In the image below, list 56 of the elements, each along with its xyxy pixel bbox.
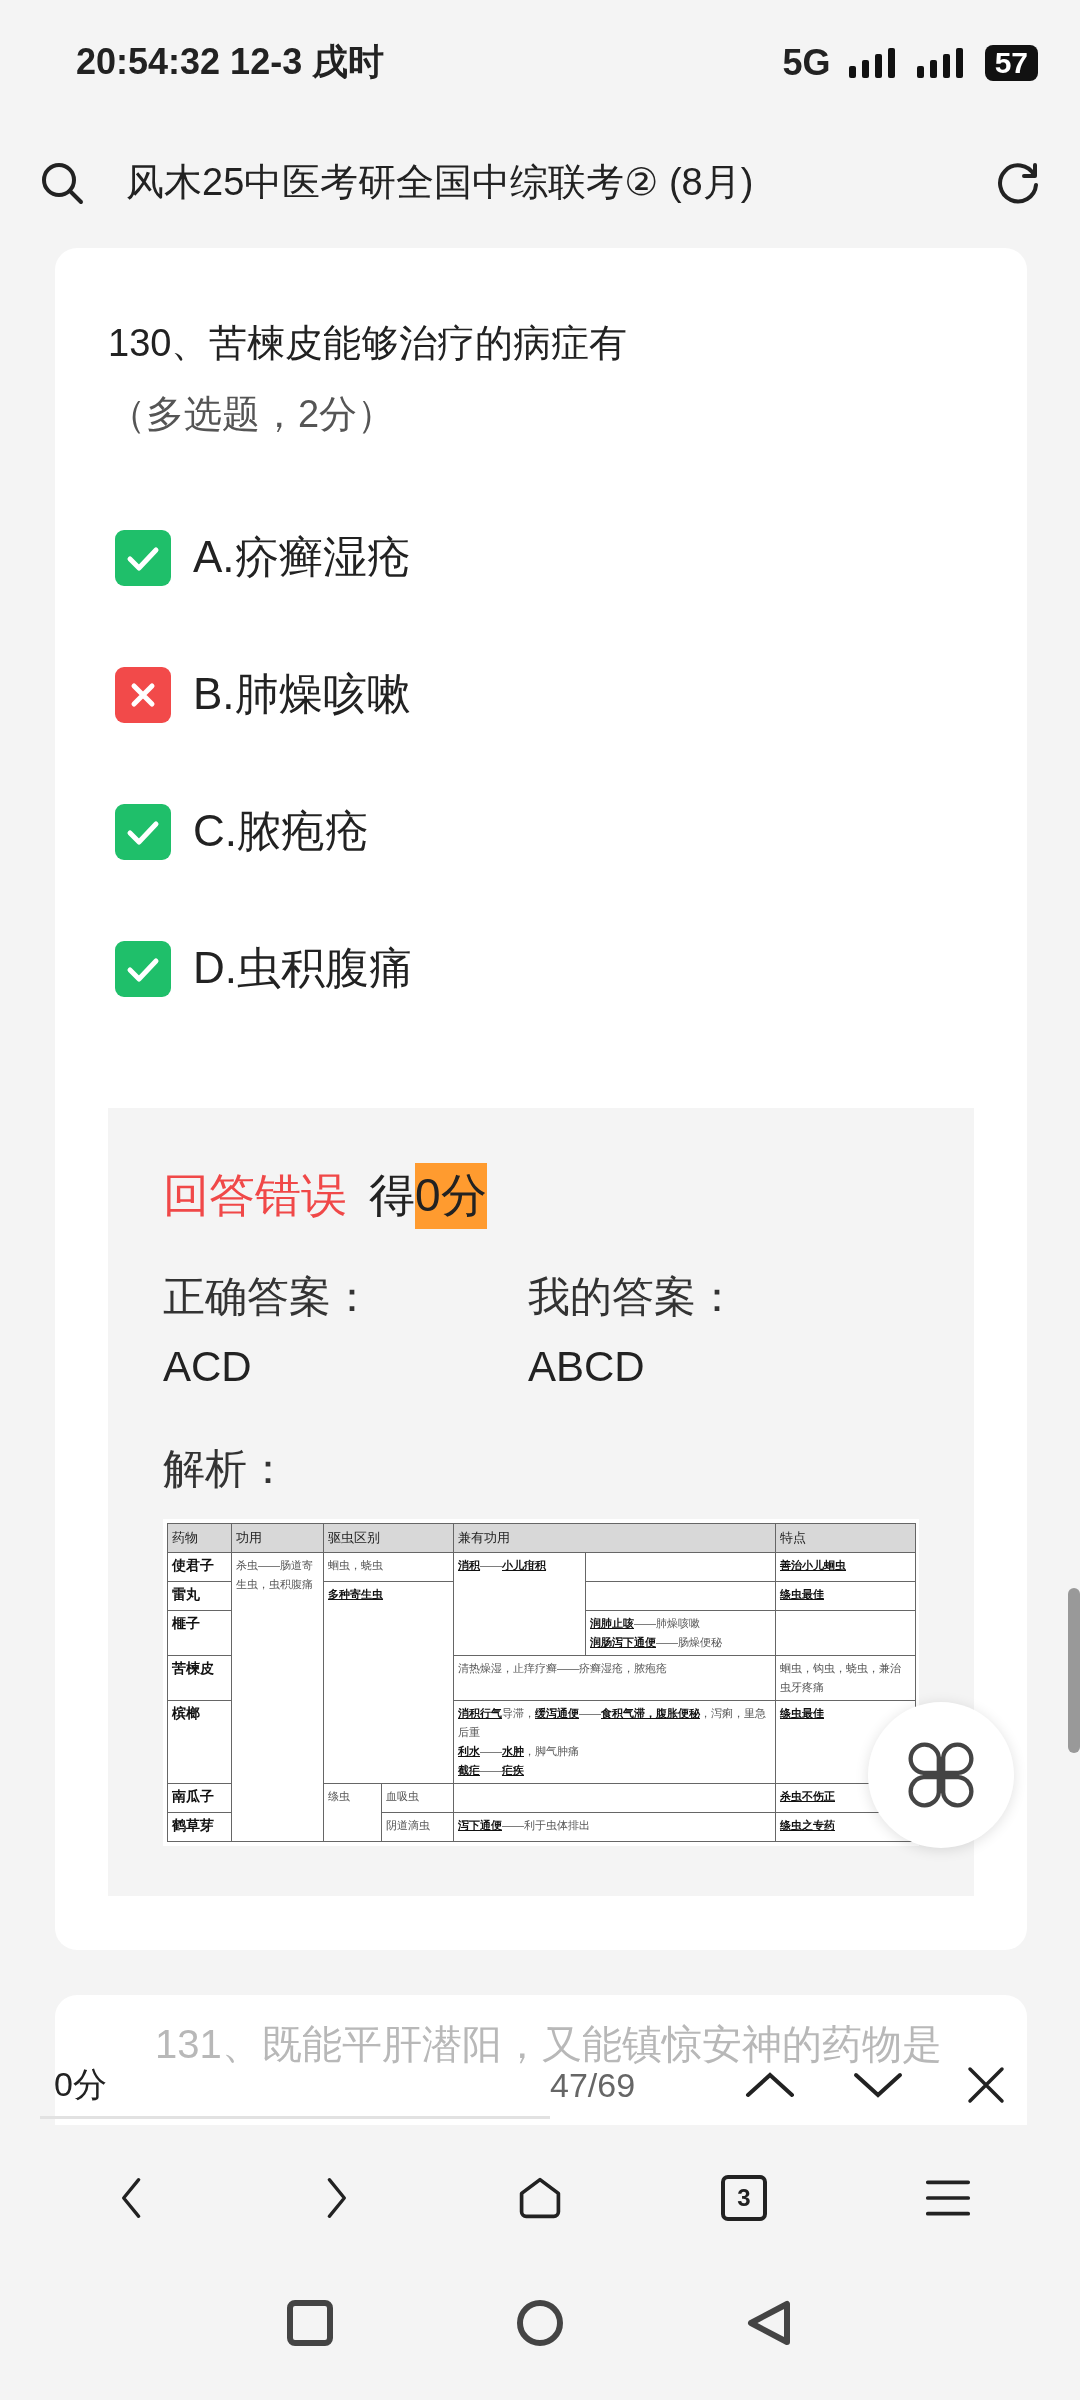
table-cell-text: 绦虫最佳 (780, 1706, 825, 1721)
option-label[interactable]: B.肺燥咳嗽 (193, 665, 411, 724)
page-title: 风木25中医考研全国中综联考② (8月) (126, 160, 755, 205)
table-cell-text: 利水——水肿，脚气肿痛 (458, 1744, 580, 1759)
table-cell-text: 雷丸 (172, 1585, 201, 1604)
table-cell-text: 阴道滴虫 (386, 1818, 431, 1833)
tabs-button[interactable]: 3 (721, 2174, 767, 2221)
table-header: 驱虫区别 (323, 1523, 454, 1553)
table-cell-text: 泻下通便——利于虫体排出 (458, 1818, 591, 1833)
table-cell-text: 润肺止咳——肺燥咳嗽 (590, 1616, 701, 1631)
recents-icon[interactable] (285, 2297, 335, 2348)
table-cell-text: 绦虫 (328, 1789, 351, 1804)
analysis-label: 解析： (163, 1444, 290, 1494)
table-cell-text: 鹤草芽 (172, 1816, 215, 1835)
table-header: 功用 (231, 1523, 324, 1553)
close-icon[interactable] (966, 2065, 1006, 2105)
my-answer: ABCD (528, 1343, 646, 1391)
table-cell-text: 善治小儿蛔虫 (780, 1558, 847, 1573)
table-cell-text: 南瓜子 (172, 1787, 215, 1806)
table-cell-text: 截疟——疟疾 (458, 1763, 525, 1778)
table-cell-text: 使君子 (172, 1556, 215, 1575)
table-cell-text: 杀虫不伤正 (780, 1789, 836, 1804)
question-type: （多选题，2分） (108, 392, 397, 437)
my-answer-label: 我的答案： (528, 1272, 739, 1322)
home-icon[interactable] (515, 2297, 565, 2348)
table-cell-text: 血吸虫 (386, 1789, 420, 1804)
scrollbar[interactable] (1068, 1588, 1080, 1753)
status-time: 20:54:32 12-3 戌时 (76, 40, 385, 84)
match-count: 47/69 (550, 2065, 637, 2105)
option-label[interactable]: C.脓疱疮 (193, 802, 369, 861)
table-cell-text: 绦虫之专药 (780, 1818, 836, 1833)
table-header: 特点 (775, 1523, 916, 1553)
option-label[interactable]: A.疥癣湿疮 (193, 528, 411, 587)
table-cell-text: 多种寄生虫 (328, 1587, 384, 1602)
table-cell-text: 清热燥湿，止痒疗癣——疥癣湿疮，脓疱疮 (458, 1661, 668, 1676)
correct-answer: ACD (163, 1343, 253, 1391)
table-cell-text: 消积——小儿疳积 (458, 1558, 547, 1573)
score-value: 0分 (415, 1163, 487, 1229)
correct-answer-label: 正确答案： (163, 1272, 374, 1322)
table-cell-text: 润肠泻下通便——肠燥便秘 (590, 1635, 723, 1650)
table-header: 药物 (167, 1523, 232, 1553)
table-cell-text: 槟榔 (172, 1704, 201, 1723)
table-cell-text: 绦虫最佳 (780, 1587, 825, 1602)
table-cell-text: 蛔虫，钩虫，蛲虫，兼治虫牙疼痛 (780, 1661, 902, 1695)
table-header: 兼有功用 (453, 1523, 776, 1553)
option-label[interactable]: D.虫积腹痛 (193, 939, 413, 998)
question-title: 130、苦楝皮能够治疗的病症有 (108, 321, 629, 366)
table-cell-text: 蛔虫，蛲虫 (328, 1558, 384, 1573)
table-cell-text: 杀虫——肠道寄生虫，虫积腹痛 (236, 1558, 314, 1592)
battery-level: 57 (984, 44, 1038, 81)
network-type: 5G (782, 41, 831, 84)
score-label: 得 (369, 1168, 415, 1223)
result-status: 回答错误 (163, 1168, 347, 1223)
table-cell-text: 苦楝皮 (172, 1659, 215, 1678)
table-cell-text: 消积行气导滞，缓泻通便——食积气滞，腹胀便秘，泻痢，里急后重 (458, 1706, 767, 1740)
table-cell-text: 榧子 (172, 1614, 201, 1633)
